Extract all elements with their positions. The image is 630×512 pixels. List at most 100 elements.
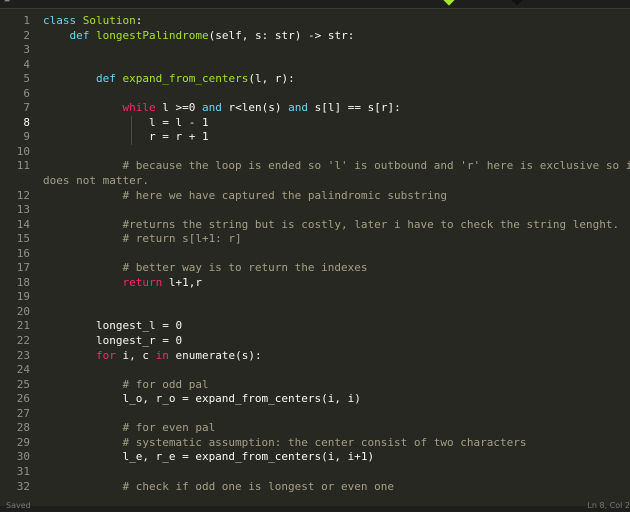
- code-token: def: [95, 72, 123, 86]
- code-text[interactable]: def expand_from_centers(l, r):: [43, 72, 295, 87]
- code-token: 1: [201, 115, 209, 129]
- code-line[interactable]: 23 for i, c in enumerate(s):: [0, 349, 630, 364]
- code-text[interactable]: # for even pal: [43, 421, 215, 436]
- code-line[interactable]: 13: [0, 203, 630, 218]
- code-line[interactable]: 29 # systematic assumption: the center c…: [0, 436, 630, 451]
- code-token: l_o, r_o = expand_from_centers(i, i): [43, 392, 361, 406]
- code-line[interactable]: 14 #returns the string but is costly, la…: [0, 218, 630, 233]
- code-line[interactable]: 32 # check if odd one is longest or even…: [0, 480, 630, 495]
- line-number: 18: [16, 275, 30, 289]
- code-line[interactable]: 7 while l >=0 and r<len(s) and s[l] == s…: [0, 101, 630, 116]
- line-number: 12: [16, 188, 30, 202]
- git-change-marker-icon: [443, 0, 455, 6]
- code-line[interactable]: 21 longest_l = 0: [0, 319, 630, 334]
- code-token: l_e, r_e = expand_from_centers(i, i+1): [43, 450, 375, 464]
- line-number: 13: [16, 203, 30, 217]
- code-line[interactable]: 31: [0, 465, 630, 480]
- code-line[interactable]: 27: [0, 407, 630, 422]
- code-text[interactable]: longest_l = 0: [43, 319, 182, 334]
- code-text[interactable]: #returns the string but is costly, later…: [43, 218, 619, 233]
- code-token: while: [122, 101, 163, 115]
- code-line[interactable]: 2 def longestPalindrome(self, s: str) ->…: [0, 29, 630, 44]
- line-number: 10: [16, 144, 30, 158]
- code-line[interactable]: 1 class Solution:: [0, 14, 630, 29]
- code-line[interactable]: 16: [0, 247, 630, 262]
- code-editor[interactable]: ◢ 1class Solution:2 def longestPalindrom…: [0, 0, 630, 512]
- code-line[interactable]: 25 # for odd pal: [0, 378, 630, 393]
- code-token: expand_from_centers: [122, 72, 249, 86]
- indent-guide: [131, 115, 132, 145]
- line-number: 23: [16, 348, 30, 362]
- line-number: 2: [23, 28, 30, 42]
- code-line[interactable]: 10: [0, 145, 630, 160]
- code-token: :: [347, 28, 355, 42]
- code-text[interactable]: def longestPalindrome(self, s: str) -> s…: [43, 28, 355, 44]
- code-line[interactable]: 3: [0, 43, 630, 58]
- code-token: str: [274, 28, 295, 42]
- code-token: r<len(s): [228, 101, 289, 115]
- code-line[interactable]: 19: [0, 290, 630, 305]
- code-text[interactable]: r = r + 1: [43, 130, 209, 145]
- cursor-position[interactable]: Ln 8, Col 2: [587, 501, 630, 510]
- wrapped-text[interactable]: does not matter.: [43, 174, 149, 189]
- line-number: 20: [16, 304, 30, 318]
- code-text[interactable]: # systematic assumption: the center cons…: [43, 436, 526, 451]
- code-text[interactable]: # better way is to return the indexes: [43, 261, 367, 276]
- code-token: and: [288, 101, 315, 115]
- code-token: longest_r =: [43, 334, 176, 348]
- code-token: # here we have captured the palindromic …: [43, 188, 447, 202]
- code-text[interactable]: l_o, r_o = expand_from_centers(i, i): [43, 392, 361, 407]
- code-line[interactable]: 8 l = l - 1: [0, 116, 630, 131]
- code-line[interactable]: 11 # because the loop is ended so 'l' is…: [0, 159, 630, 188]
- code-text[interactable]: # return s[l+1: r]: [43, 232, 241, 247]
- line-number: 27: [16, 406, 30, 420]
- code-text[interactable]: for i, c in enumerate(s):: [43, 349, 262, 364]
- code-line[interactable]: 17 # better way is to return the indexes: [0, 261, 630, 276]
- code-lines[interactable]: 1 class Solution: 2 def longestPalindrome(…: [0, 14, 630, 494]
- code-text[interactable]: # here we have captured the palindromic …: [43, 189, 447, 204]
- line-number: 22: [16, 334, 30, 348]
- code-text[interactable]: # for odd pal: [43, 377, 209, 393]
- code-line[interactable]: 15 # return s[l+1: r]: [0, 232, 630, 247]
- code-text[interactable]: l_e, r_e = expand_from_centers(i, i+1): [43, 450, 374, 465]
- line-number: 15: [16, 232, 30, 246]
- code-token: Solution: [82, 14, 136, 27]
- code-line[interactable]: 5 def expand_from_centers(l, r):: [0, 72, 630, 87]
- code-token: 0: [175, 334, 183, 348]
- code-token: :: [135, 14, 143, 27]
- code-line[interactable]: 9 r = r + 1: [0, 130, 630, 145]
- line-number: 21: [16, 319, 30, 333]
- code-line[interactable]: 4: [0, 58, 630, 73]
- code-line[interactable]: 18 return l+1,r: [0, 276, 630, 291]
- line-number: 32: [16, 479, 30, 493]
- code-text[interactable]: l = l - 1: [43, 116, 209, 131]
- code-line[interactable]: 26 l_o, r_o = expand_from_centers(i, i): [0, 392, 630, 407]
- save-status: Saved: [6, 501, 31, 510]
- code-line[interactable]: 30 l_e, r_e = expand_from_centers(i, i+1…: [0, 450, 630, 465]
- code-line[interactable]: 28 # for even pal: [0, 421, 630, 436]
- line-number: 6: [23, 86, 30, 100]
- code-token: def: [69, 28, 96, 42]
- code-line[interactable]: 12 # here we have captured the palindrom…: [0, 189, 630, 204]
- code-token: s[l] == s[r]:: [314, 101, 401, 115]
- code-line[interactable]: 24: [0, 363, 630, 378]
- code-line[interactable]: 22 longest_r = 0: [0, 334, 630, 349]
- code-token: (self,: [208, 28, 255, 42]
- code-text[interactable]: # check if odd one is longest or even on…: [43, 480, 394, 495]
- code-token: :: [261, 28, 275, 42]
- code-token: # for odd pal: [43, 377, 209, 391]
- code-text[interactable]: while l >=0 and r<len(s) and s[l] == s[r…: [43, 101, 401, 116]
- code-text[interactable]: longest_r = 0: [43, 334, 182, 349]
- code-text[interactable]: # because the loop is ended so 'l' is ou…: [43, 159, 630, 174]
- code-text[interactable]: class Solution:: [43, 14, 142, 29]
- code-token: l+1,r: [168, 275, 202, 289]
- code-line[interactable]: 6: [0, 87, 630, 102]
- line-number: 31: [16, 464, 30, 478]
- code-text[interactable]: return l+1,r: [43, 275, 202, 291]
- line-number: 25: [16, 377, 30, 391]
- code-line[interactable]: 20: [0, 305, 630, 320]
